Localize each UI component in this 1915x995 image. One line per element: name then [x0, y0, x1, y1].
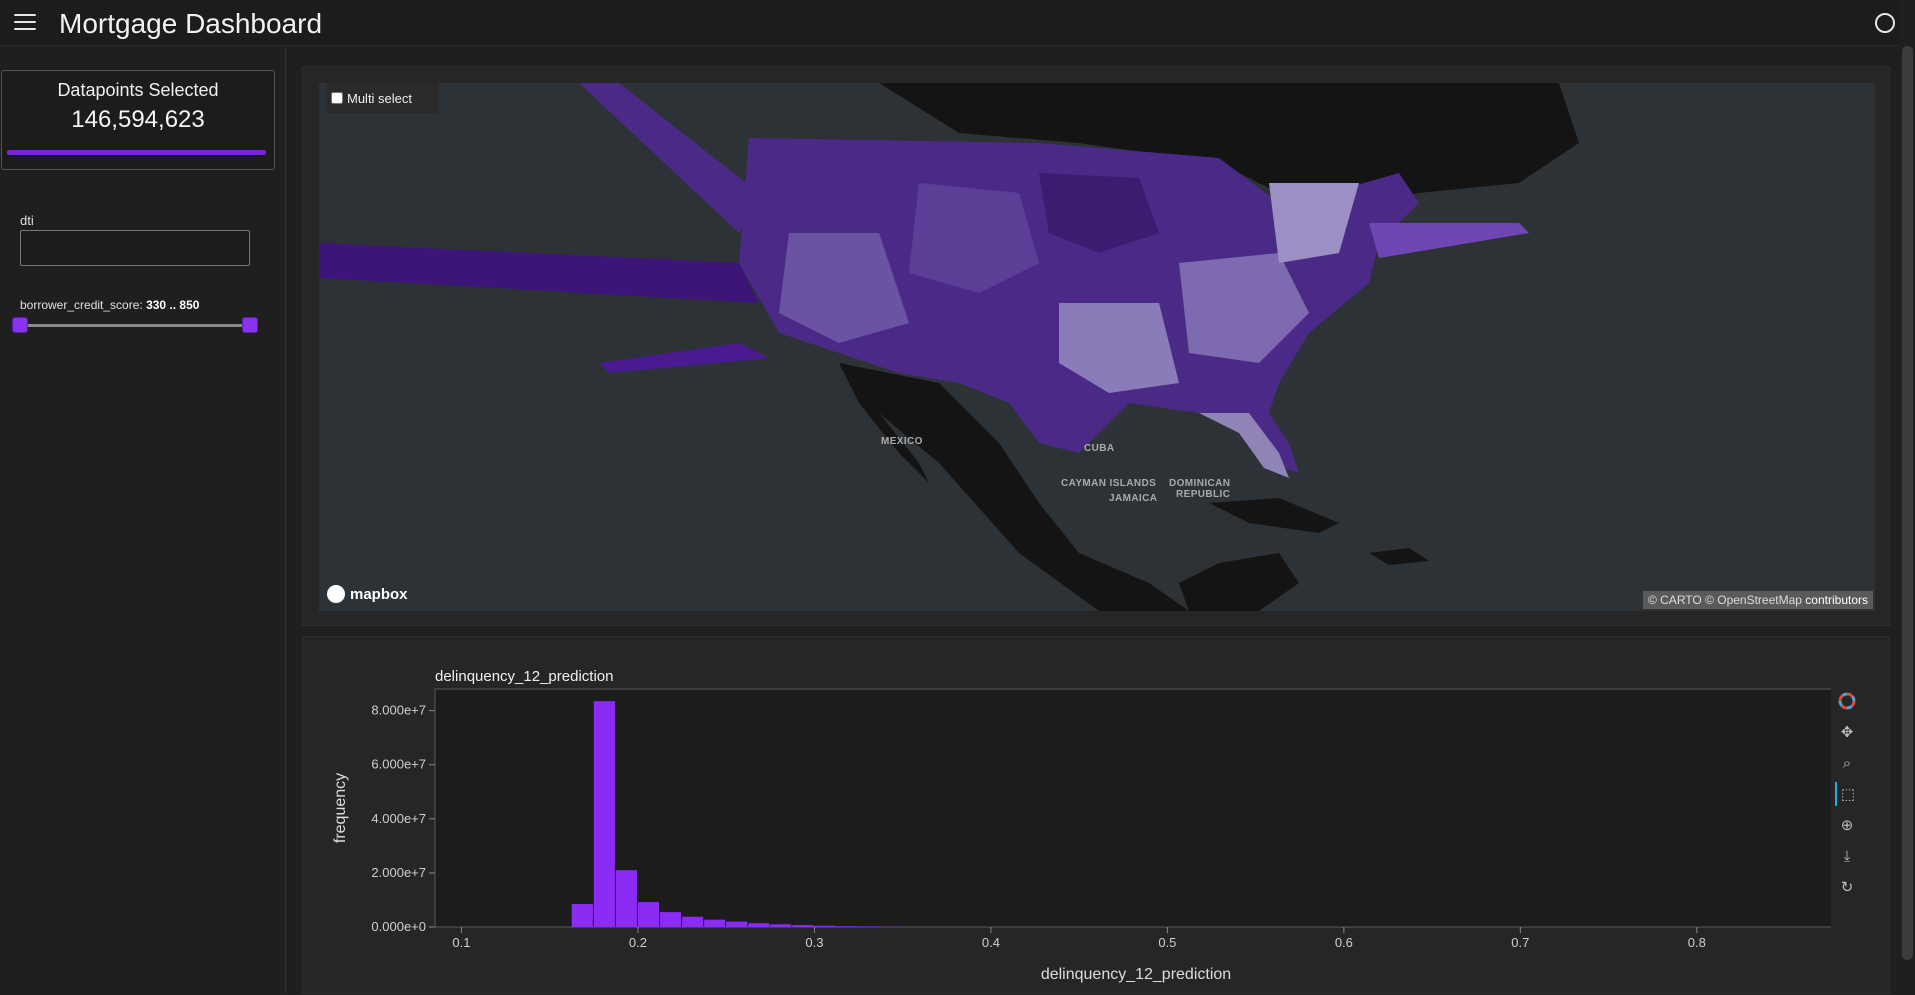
x-tick-label: 0.1: [452, 935, 470, 950]
pan-icon[interactable]: ✥: [1835, 720, 1859, 744]
dti-label: dti: [20, 213, 34, 228]
x-tick-label: 0.3: [805, 935, 823, 950]
histogram-bar[interactable]: [704, 920, 725, 927]
extrusion-west-1: [319, 243, 759, 303]
attribution-contrib[interactable]: contributors: [1805, 593, 1868, 607]
scrollbar-thumb[interactable]: [1902, 46, 1913, 960]
x-tick-label: 0.8: [1688, 935, 1706, 950]
app-header: Mortgage Dashboard: [0, 0, 1915, 46]
histogram-bar[interactable]: [726, 922, 747, 927]
histogram-bar[interactable]: [748, 923, 769, 927]
x-tick-label: 0.7: [1511, 935, 1529, 950]
extrusion-west-2: [579, 83, 759, 233]
box-select-icon[interactable]: ⬚: [1835, 782, 1859, 806]
histogram-bar[interactable]: [638, 902, 659, 927]
map-label-cayman: CAYMAN ISLANDS: [1061, 478, 1156, 489]
reset-icon[interactable]: ↻: [1835, 875, 1859, 899]
chart-title: delinquency_12_prediction: [435, 668, 613, 685]
central-america-land: [1179, 553, 1299, 611]
credit-score-label-text: borrower_credit_score:: [20, 298, 143, 312]
map-label-republic: REPUBLIC: [1176, 489, 1230, 500]
multi-select-control[interactable]: Multi select: [327, 83, 439, 113]
y-tick-label: 4.000e+7: [371, 811, 426, 826]
choropleth-map[interactable]: Multi select MEXICO CUBA CAYMAN ISLANDS …: [319, 83, 1875, 611]
histogram-bar[interactable]: [859, 926, 880, 927]
y-tick-label: 2.000e+7: [371, 865, 426, 880]
x-tick-label: 0.5: [1158, 935, 1176, 950]
x-tick-label: 0.2: [629, 935, 647, 950]
mapbox-logo[interactable]: mapbox: [327, 585, 408, 603]
multi-select-checkbox[interactable]: [331, 92, 343, 104]
dti-input[interactable]: [20, 230, 250, 266]
histogram-bar[interactable]: [594, 701, 615, 927]
app-title: Mortgage Dashboard: [59, 8, 322, 40]
indicator-title: Datapoints Selected: [2, 80, 274, 101]
histogram-bar[interactable]: [572, 904, 593, 927]
histogram-chart[interactable]: delinquency_12_prediction 0.1 0.2 0.3 0.4 0.…: [303, 637, 1831, 995]
extrusion-east-1: [1369, 223, 1529, 258]
credit-score-slider-low-handle[interactable]: [12, 317, 28, 333]
y-tick-label: 6.000e+7: [371, 757, 426, 772]
map-label-mexico: MEXICO: [881, 436, 923, 447]
indicator-progress-bar: [7, 150, 266, 155]
credit-score-label: borrower_credit_score: 330 .. 850: [20, 298, 199, 312]
x-axis-label: delinquency_12_prediction: [1041, 966, 1231, 983]
multi-select-label: Multi select: [347, 91, 412, 106]
indicator-value: 146,594,623: [2, 106, 274, 134]
mapbox-logo-text: mapbox: [350, 586, 408, 603]
box-zoom-icon[interactable]: ⌕: [1835, 751, 1859, 775]
map-label-jamaica: JAMAICA: [1109, 493, 1157, 504]
attribution-carto[interactable]: © CARTO: [1648, 593, 1702, 607]
histogram-panel: delinquency_12_prediction 0.1 0.2 0.3 0.4 0.…: [302, 636, 1890, 994]
cuba-land: [1209, 498, 1339, 533]
wheel-zoom-icon[interactable]: ⊕: [1835, 813, 1859, 837]
attribution-osm[interactable]: © OpenStreetMap: [1705, 593, 1802, 607]
histogram-bar[interactable]: [770, 924, 791, 927]
circle-icon: [1875, 13, 1895, 33]
sidebar: Datapoints Selected 146,594,623 dti borr…: [0, 46, 286, 994]
credit-score-slider-track[interactable]: [20, 324, 250, 327]
y-tick-label: 0.000e+0: [371, 919, 426, 934]
histogram-bar[interactable]: [836, 926, 857, 927]
map-panel: Multi select MEXICO CUBA CAYMAN ISLANDS …: [302, 66, 1890, 626]
plot-area[interactable]: [435, 689, 1831, 927]
extrusion-west-3: [599, 343, 769, 373]
credit-score-range: 330 .. 850: [146, 298, 199, 312]
mapbox-logo-icon: [327, 585, 345, 603]
chart-toolbar: ✥ ⌕ ⬚ ⊕ ⤓ ↻: [1835, 689, 1863, 906]
datapoints-indicator: Datapoints Selected 146,594,623: [1, 70, 275, 170]
x-tick-label: 0.4: [982, 935, 1000, 950]
x-tick-label: 0.6: [1335, 935, 1353, 950]
map-label-dominican: DOMINICAN: [1169, 478, 1230, 489]
histogram-bar[interactable]: [792, 925, 813, 927]
bokeh-logo-icon[interactable]: [1835, 689, 1859, 713]
map-label-cuba: CUBA: [1084, 443, 1115, 454]
credit-score-slider-high-handle[interactable]: [242, 317, 258, 333]
hispaniola-land: [1369, 548, 1429, 565]
map-attribution[interactable]: © CARTO © OpenStreetMap contributors: [1643, 591, 1873, 609]
y-tick-label: 8.000e+7: [371, 703, 426, 718]
page-scrollbar[interactable]: [1900, 0, 1915, 994]
hamburger-icon[interactable]: [14, 14, 36, 32]
map-canvas[interactable]: [319, 83, 1875, 611]
histogram-bar[interactable]: [682, 917, 703, 927]
y-axis-label: frequency: [332, 773, 349, 843]
save-icon[interactable]: ⤓: [1835, 844, 1859, 868]
histogram-bar[interactable]: [616, 870, 637, 927]
histogram-bar[interactable]: [814, 926, 835, 927]
histogram-bar[interactable]: [660, 912, 681, 927]
